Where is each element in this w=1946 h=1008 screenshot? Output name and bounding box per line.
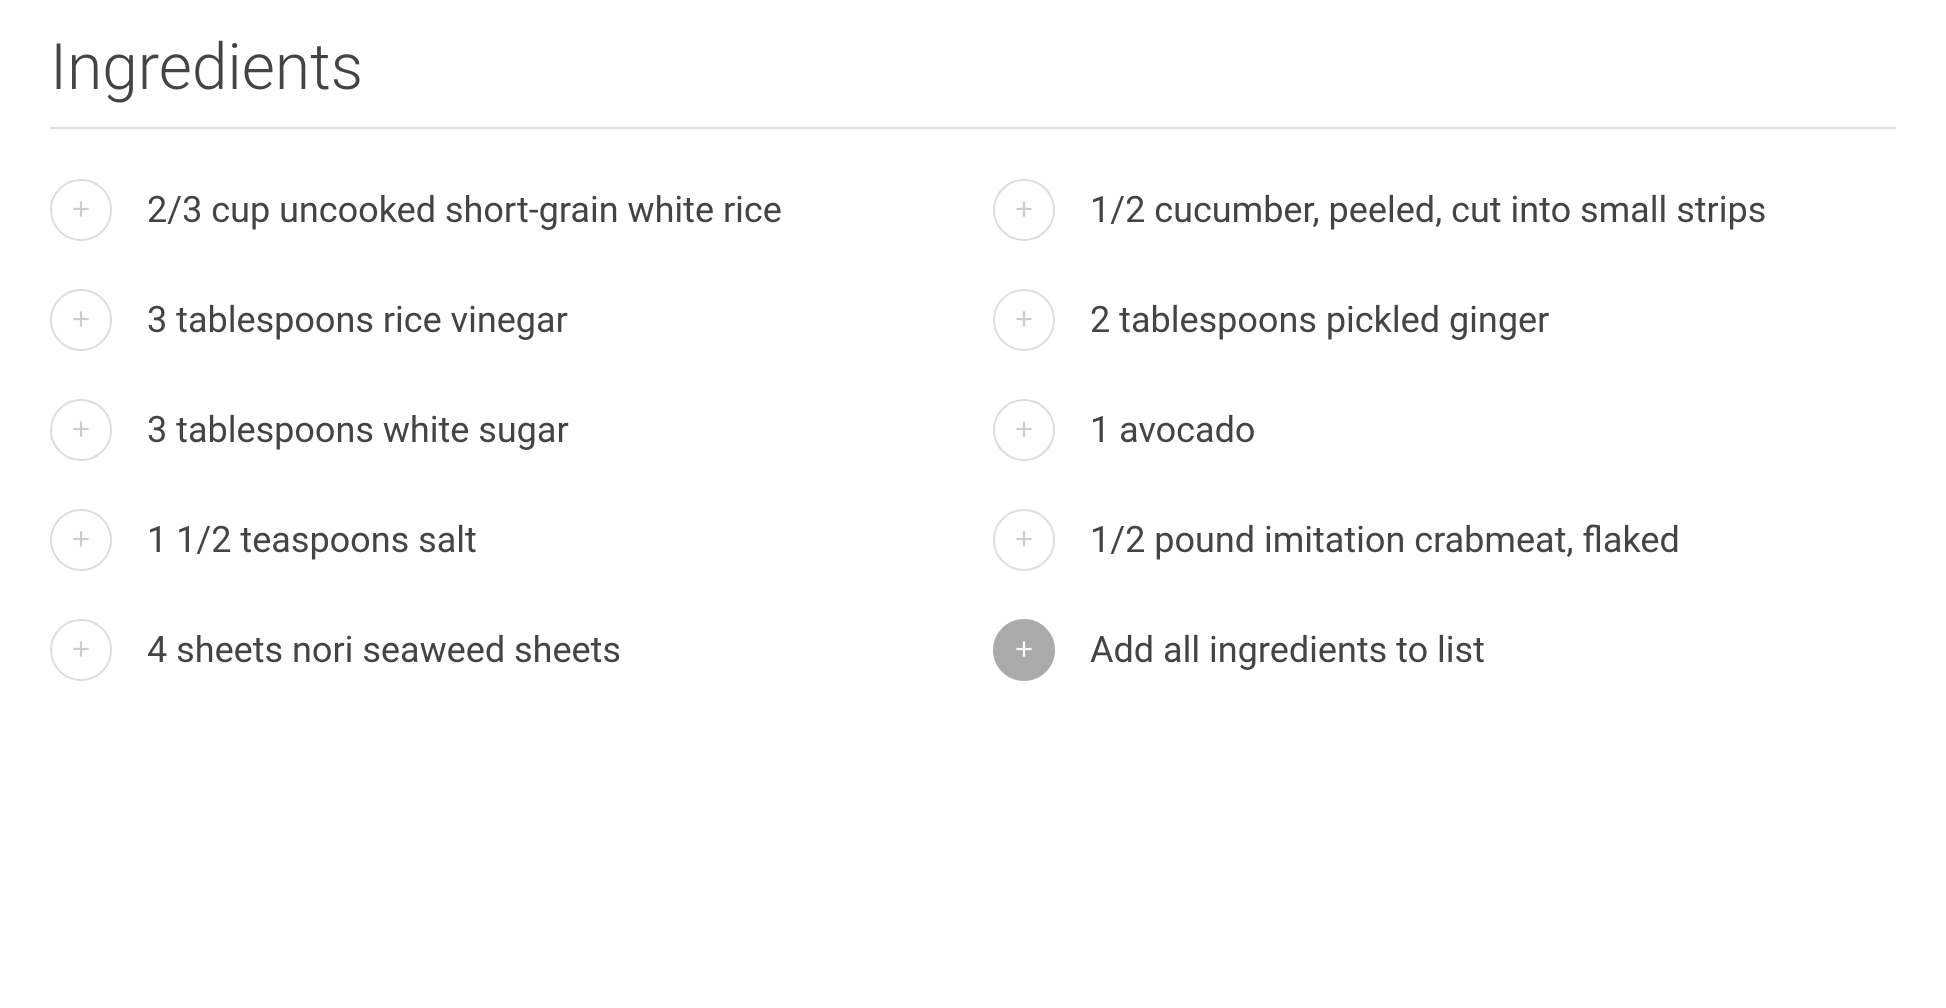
ingredient-row: 1 1/2 teaspoons salt <box>50 509 953 571</box>
ingredient-text: 1 1/2 teaspoons salt <box>147 509 477 564</box>
ingredient-row: 1/2 cucumber, peeled, cut into small str… <box>993 179 1896 241</box>
ingredient-text: 2/3 cup uncooked short-grain white rice <box>147 179 782 234</box>
ingredient-row: 1 avocado <box>993 399 1896 461</box>
add-ingredient-button[interactable] <box>50 509 112 571</box>
ingredient-row: 4 sheets nori seaweed sheets <box>50 619 953 681</box>
ingredient-row: 3 tablespoons rice vinegar <box>50 289 953 351</box>
add-ingredient-button[interactable] <box>50 179 112 241</box>
add-ingredient-button[interactable] <box>50 289 112 351</box>
ingredient-text: 1/2 cucumber, peeled, cut into small str… <box>1090 179 1766 234</box>
ingredient-text: 3 tablespoons rice vinegar <box>147 289 568 344</box>
ingredient-row: 2 tablespoons pickled ginger <box>993 289 1896 351</box>
add-ingredient-button[interactable] <box>993 289 1055 351</box>
ingredient-text: 1/2 pound imitation crabmeat, flaked <box>1090 509 1680 564</box>
plus-icon <box>68 636 94 665</box>
add-ingredient-button[interactable] <box>993 399 1055 461</box>
ingredient-text: 4 sheets nori seaweed sheets <box>147 619 621 674</box>
add-ingredient-button[interactable] <box>50 399 112 461</box>
section-divider <box>50 127 1896 129</box>
ingredient-text: 1 avocado <box>1090 399 1255 454</box>
add-all-label: Add all ingredients to list <box>1090 619 1485 674</box>
add-ingredient-button[interactable] <box>993 179 1055 241</box>
plus-icon <box>68 306 94 335</box>
plus-icon <box>1011 306 1037 335</box>
ingredient-row: 2/3 cup uncooked short-grain white rice <box>50 179 953 241</box>
add-all-button[interactable] <box>993 619 1055 681</box>
plus-icon <box>1011 636 1037 665</box>
add-ingredient-button[interactable] <box>993 509 1055 571</box>
add-ingredient-button[interactable] <box>50 619 112 681</box>
ingredients-container: 2/3 cup uncooked short-grain white rice … <box>50 179 1896 729</box>
ingredient-row: 1/2 pound imitation crabmeat, flaked <box>993 509 1896 571</box>
ingredients-column-right: 1/2 cucumber, peeled, cut into small str… <box>993 179 1896 729</box>
ingredient-row: 3 tablespoons white sugar <box>50 399 953 461</box>
ingredients-column-left: 2/3 cup uncooked short-grain white rice … <box>50 179 953 729</box>
plus-icon <box>1011 196 1037 225</box>
section-title: Ingredients <box>50 30 1896 105</box>
plus-icon <box>68 196 94 225</box>
plus-icon <box>1011 416 1037 445</box>
add-all-row: Add all ingredients to list <box>993 619 1896 681</box>
plus-icon <box>68 526 94 555</box>
plus-icon <box>1011 526 1037 555</box>
ingredient-text: 3 tablespoons white sugar <box>147 399 569 454</box>
ingredient-text: 2 tablespoons pickled ginger <box>1090 289 1549 344</box>
plus-icon <box>68 416 94 445</box>
